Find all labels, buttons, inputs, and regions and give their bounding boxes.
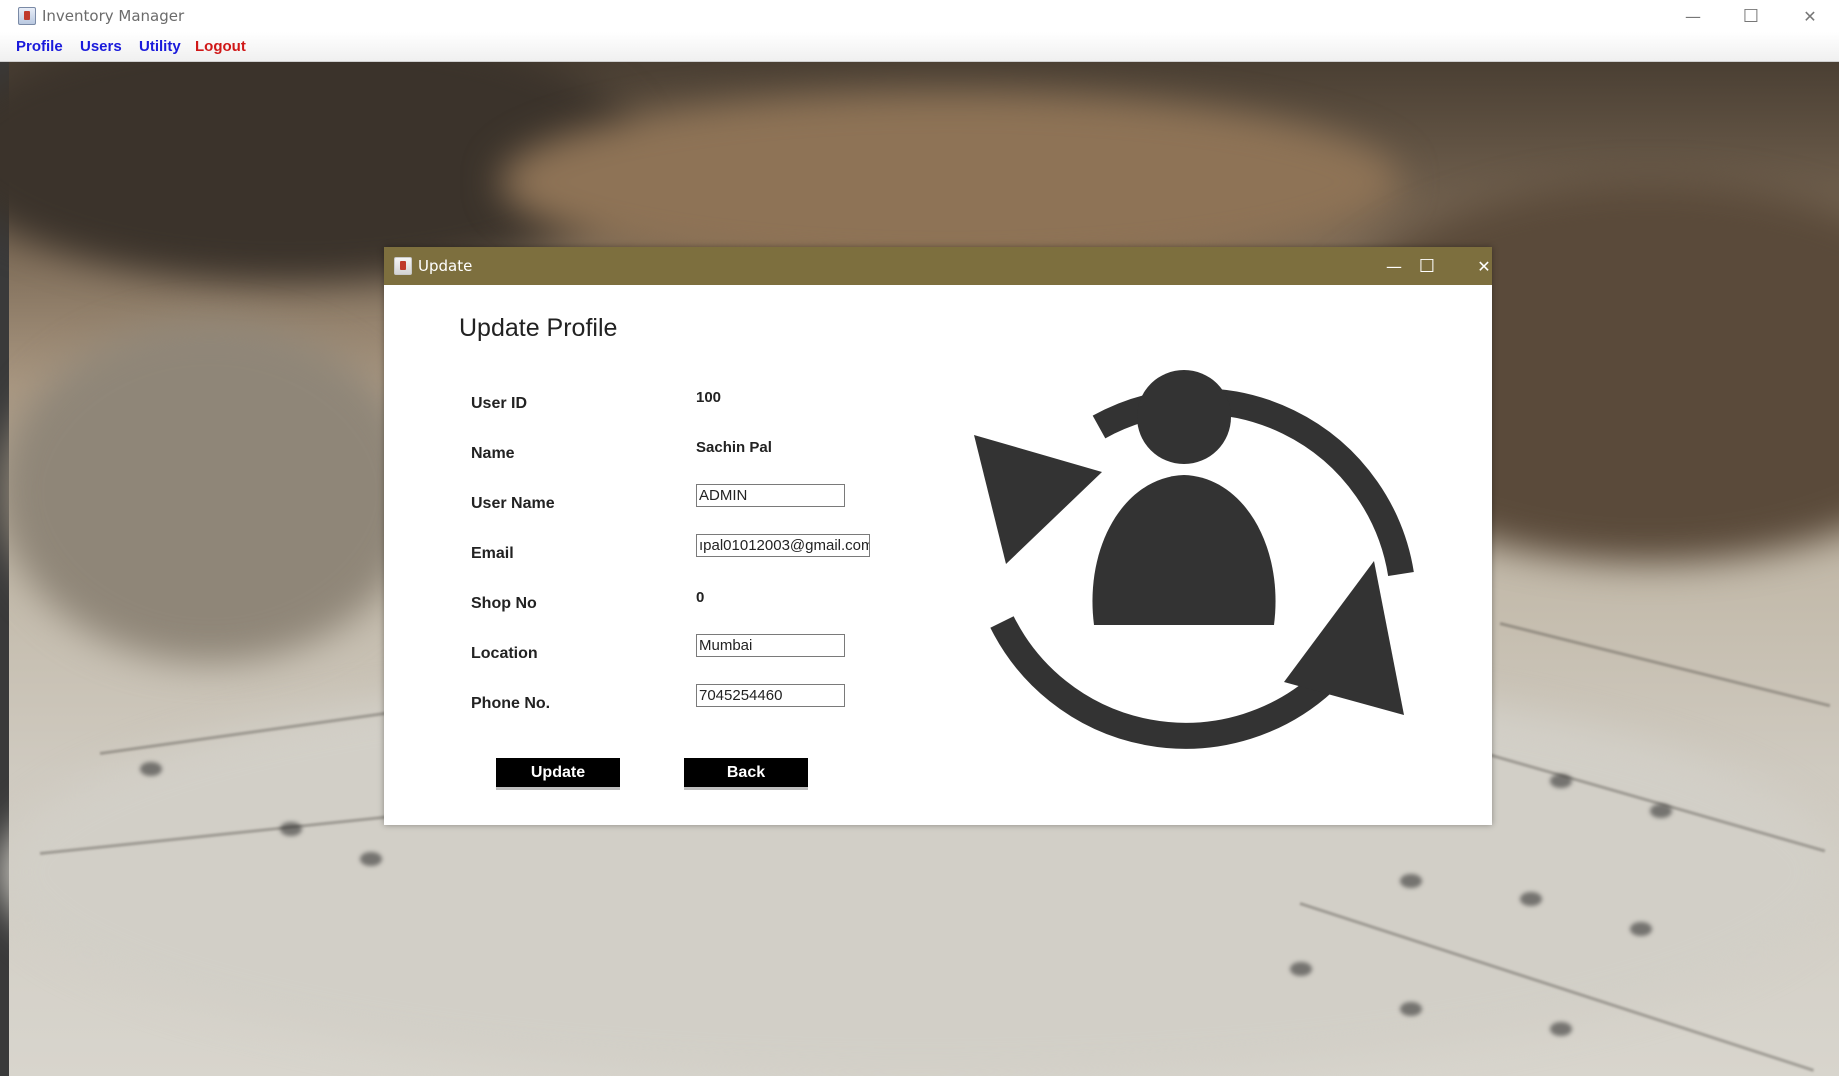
update-dialog: Update — ☐ ✕ Update Profile User ID 100 … [384, 247, 1492, 825]
shop-no-value: 0 [696, 589, 705, 606]
bg-dot [140, 762, 162, 776]
bg-paper-left [0, 322, 420, 662]
menu-users[interactable]: Users [80, 38, 122, 55]
person-body [1092, 475, 1276, 625]
back-button[interactable]: Back [684, 758, 808, 790]
shop-no-label: Shop No [471, 595, 537, 612]
location-input[interactable]: Mumbai [696, 634, 845, 657]
email-label: Email [471, 545, 514, 562]
java-app-icon [18, 7, 36, 25]
maximize-icon[interactable]: ☐ [1402, 250, 1452, 282]
name-label: Name [471, 445, 515, 462]
user-refresh-icon [974, 370, 1414, 749]
user-id-value: 100 [696, 389, 722, 406]
user-id-label: User ID [471, 395, 528, 412]
main-title-bar: Inventory Manager — ☐ ✕ [0, 0, 1839, 32]
dialog-title-bar[interactable]: Update — ☐ ✕ [384, 247, 1492, 285]
main-window: Inventory Manager — ☐ ✕ Profile Users Ut… [0, 0, 1839, 1076]
bg-line [1499, 622, 1831, 708]
bg-dot [280, 822, 302, 836]
menu-bar: Profile Users Utility Logout [0, 32, 1839, 62]
minimize-icon[interactable]: — [1664, 0, 1722, 32]
phone-input[interactable]: 7045254460 [696, 684, 845, 707]
bg-dot [1400, 874, 1422, 888]
name-value: Sachin Pal [696, 439, 772, 456]
close-icon[interactable]: ✕ [1459, 250, 1509, 282]
menu-utility[interactable]: Utility [139, 38, 181, 55]
menu-logout[interactable]: Logout [195, 38, 246, 55]
bg-dot [1290, 962, 1312, 976]
java-app-icon [394, 257, 412, 275]
bg-dot [1650, 804, 1672, 818]
bg-dot [1400, 1002, 1422, 1016]
bg-dot [1550, 1022, 1572, 1036]
dialog-title: Update [418, 257, 473, 275]
user-name-input[interactable]: ADMIN [696, 484, 845, 507]
bg-dot [1550, 774, 1572, 788]
bg-dot [360, 852, 382, 866]
person-head [1137, 370, 1231, 464]
phone-label: Phone No. [471, 695, 551, 712]
bg-dot [1630, 922, 1652, 936]
refresh-arrowhead-left [974, 435, 1102, 564]
user-name-label: User Name [471, 495, 555, 512]
main-window-title: Inventory Manager [42, 7, 185, 25]
bg-dot [1520, 892, 1542, 906]
refresh-arc-bottom [990, 616, 1333, 749]
update-button[interactable]: Update [496, 758, 620, 790]
maximize-icon[interactable]: ☐ [1722, 0, 1780, 32]
email-input[interactable]: ıpal01012003@gmail.com [696, 534, 870, 557]
menu-profile[interactable]: Profile [16, 38, 63, 55]
bg-highlight [500, 92, 1400, 272]
close-icon[interactable]: ✕ [1781, 0, 1839, 32]
page-title: Update Profile [459, 314, 618, 342]
location-label: Location [471, 645, 538, 662]
